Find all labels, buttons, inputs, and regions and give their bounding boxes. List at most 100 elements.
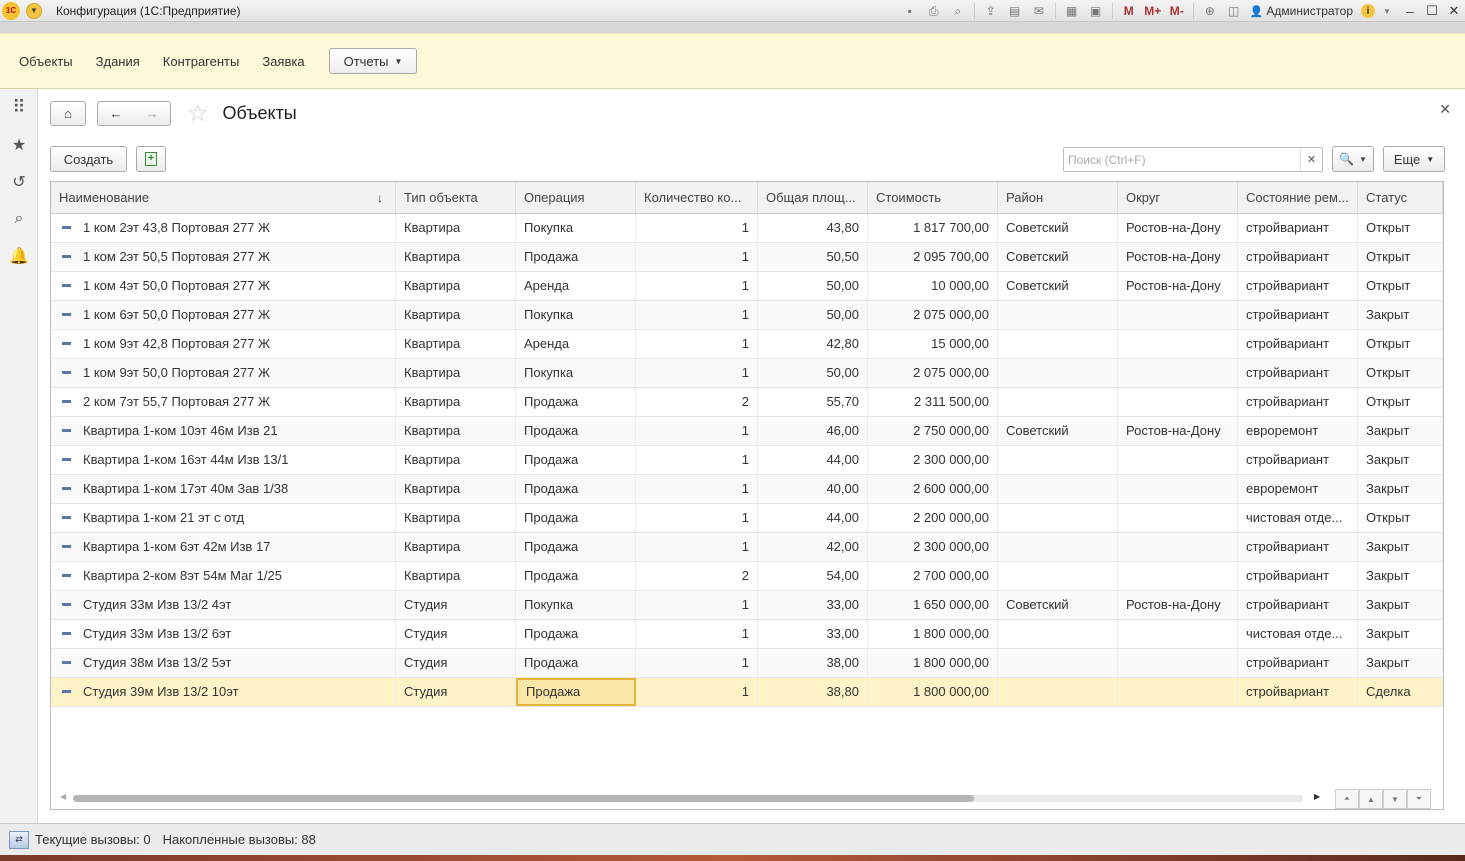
table-cell[interactable]: 42,00	[758, 533, 868, 561]
table-cell[interactable]: Квартира	[396, 475, 516, 503]
table-cell[interactable]	[998, 678, 1118, 706]
close-window-button[interactable]: ✕	[1443, 2, 1465, 20]
table-cell[interactable]: 33,00	[758, 620, 868, 648]
table-cell[interactable]	[1118, 359, 1238, 387]
table-cell[interactable]: Продажа	[516, 446, 636, 474]
table-cell[interactable]: Квартира 1-ком 17эт 40м Зав 1/38	[51, 475, 396, 503]
table-cell[interactable]: Квартира 2-ком 8эт 54м Маг 1/25	[51, 562, 396, 590]
section-request[interactable]: Заявка	[262, 54, 304, 69]
table-cell[interactable]: 55,70	[758, 388, 868, 416]
table-cell[interactable]: Квартира 1-ком 10эт 46м Изв 21	[51, 417, 396, 445]
column-header[interactable]: Состояние рем...	[1238, 182, 1358, 214]
table-cell[interactable]: Ростов-на-Дону	[1118, 591, 1238, 619]
table-cell[interactable]: Сделка	[1358, 678, 1443, 706]
section-buildings[interactable]: Здания	[96, 54, 140, 69]
table-cell[interactable]: Советский	[998, 591, 1118, 619]
table-cell[interactable]: стройвариант	[1238, 591, 1358, 619]
table-cell[interactable]: Ростов-на-Дону	[1118, 214, 1238, 242]
table-cell[interactable]: 2 750 000,00	[868, 417, 998, 445]
table-row[interactable]: Квартира 1-ком 10эт 46м Изв 21 Квартира Пр…	[51, 417, 1443, 446]
table-cell[interactable]: Продажа	[516, 649, 636, 677]
table-cell[interactable]: 44,00	[758, 446, 868, 474]
table-cell[interactable]: 1	[636, 272, 758, 300]
table-cell[interactable]: Квартира	[396, 214, 516, 242]
clear-icon[interactable]: ✕	[1300, 148, 1322, 171]
table-cell[interactable]: Продажа	[516, 475, 636, 503]
table-cell[interactable]: стройвариант	[1238, 562, 1358, 590]
table-cell[interactable]: 1	[636, 504, 758, 532]
table-cell[interactable]: Открыт	[1358, 388, 1443, 416]
table-cell[interactable]	[998, 330, 1118, 358]
table-cell[interactable]: 1	[636, 214, 758, 242]
table-cell[interactable]: 1	[636, 475, 758, 503]
table-row[interactable]: 1 ком 4эт 50,0 Портовая 277 Ж Квартира Аре…	[51, 272, 1443, 301]
table-cell[interactable]: 2 311 500,00	[868, 388, 998, 416]
table-cell[interactable]: 1	[636, 649, 758, 677]
column-header[interactable]: Округ	[1118, 182, 1238, 214]
table-cell[interactable]: стройвариант	[1238, 243, 1358, 271]
table-row[interactable]: Квартира 1-ком 21 эт с отд Квартира Продаж…	[51, 504, 1443, 533]
memory-plus-button[interactable]: M+	[1143, 2, 1163, 20]
first-page-icon[interactable]: ⏶	[1335, 789, 1359, 809]
bell-icon[interactable]: 🔔	[0, 237, 38, 274]
column-header[interactable]: Район	[998, 182, 1118, 214]
table-cell[interactable]: чистовая отде...	[1238, 504, 1358, 532]
table-cell[interactable]: Студия	[396, 649, 516, 677]
table-cell[interactable]: 1	[636, 678, 758, 706]
preview-icon[interactable]: ⌕	[948, 2, 968, 20]
table-cell[interactable]: Советский	[998, 417, 1118, 445]
table-cell[interactable]: Студия 33м Изв 13/2 6эт	[51, 620, 396, 648]
table-cell[interactable]: стройвариант	[1238, 214, 1358, 242]
search-input[interactable]	[1064, 148, 1300, 171]
table-cell[interactable]: Закрыт	[1358, 417, 1443, 445]
table-cell[interactable]	[1118, 475, 1238, 503]
table-cell[interactable]: 1	[636, 359, 758, 387]
table-cell[interactable]: 1 800 000,00	[868, 649, 998, 677]
section-counterparties[interactable]: Контрагенты	[163, 54, 240, 69]
last-page-icon[interactable]: ⏷	[1407, 789, 1431, 809]
upload-icon[interactable]: ⇪	[981, 2, 1001, 20]
table-cell[interactable]: Закрыт	[1358, 475, 1443, 503]
panels-icon[interactable]: ◫	[1224, 2, 1244, 20]
more-button[interactable]: Еще ▼	[1383, 146, 1445, 172]
section-objects[interactable]: Объекты	[19, 54, 73, 69]
table-cell[interactable]: стройвариант	[1238, 330, 1358, 358]
table-cell[interactable]: стройвариант	[1238, 649, 1358, 677]
copy-add-button[interactable]: +	[136, 146, 166, 172]
table-cell[interactable]: Аренда	[516, 272, 636, 300]
table-cell[interactable]: 1	[636, 243, 758, 271]
next-page-icon[interactable]: ▼	[1383, 789, 1407, 809]
table-row[interactable]: 1 ком 2эт 50,5 Портовая 277 Ж Квартира Про…	[51, 243, 1443, 272]
column-header[interactable]: Наименование ↓	[51, 182, 396, 214]
table-cell[interactable]: 54,00	[758, 562, 868, 590]
table-cell[interactable]	[1118, 649, 1238, 677]
table-cell[interactable]: 50,00	[758, 272, 868, 300]
table-cell[interactable]: Продажа	[516, 417, 636, 445]
table-cell[interactable]: 2 700 000,00	[868, 562, 998, 590]
memory-button[interactable]: M	[1119, 2, 1139, 20]
favorite-star-icon[interactable]: ☆	[187, 99, 209, 128]
table-cell[interactable]: 43,80	[758, 214, 868, 242]
column-header[interactable]: Количество ко...	[636, 182, 758, 214]
table-cell[interactable]	[1118, 562, 1238, 590]
table-cell[interactable]: стройвариант	[1238, 388, 1358, 416]
table-cell[interactable]: Советский	[998, 214, 1118, 242]
arrow-left-icon[interactable]: ←	[110, 106, 123, 121]
table-cell[interactable]: 15 000,00	[868, 330, 998, 358]
table-cell[interactable]: 1 ком 6эт 50,0 Портовая 277 Ж	[51, 301, 396, 329]
table-cell[interactable]	[998, 301, 1118, 329]
archive-icon[interactable]: ▤	[1005, 2, 1025, 20]
maximize-button[interactable]: ☐	[1421, 2, 1443, 20]
favorites-star-icon[interactable]: ★	[0, 126, 38, 163]
table-cell[interactable]: 2	[636, 562, 758, 590]
table-cell[interactable]: Закрыт	[1358, 533, 1443, 561]
user-menu[interactable]: 👤 Администратор	[1250, 4, 1353, 18]
column-header[interactable]: Общая площ...	[758, 182, 868, 214]
table-cell[interactable]: 2 075 000,00	[868, 301, 998, 329]
table-cell[interactable]: 1	[636, 446, 758, 474]
table-cell[interactable]: 1 817 700,00	[868, 214, 998, 242]
table-cell[interactable]: 50,50	[758, 243, 868, 271]
table-cell[interactable]	[998, 504, 1118, 532]
reports-dropdown[interactable]: Отчеты ▼	[328, 48, 418, 74]
table-cell[interactable]: Продажа	[516, 562, 636, 590]
